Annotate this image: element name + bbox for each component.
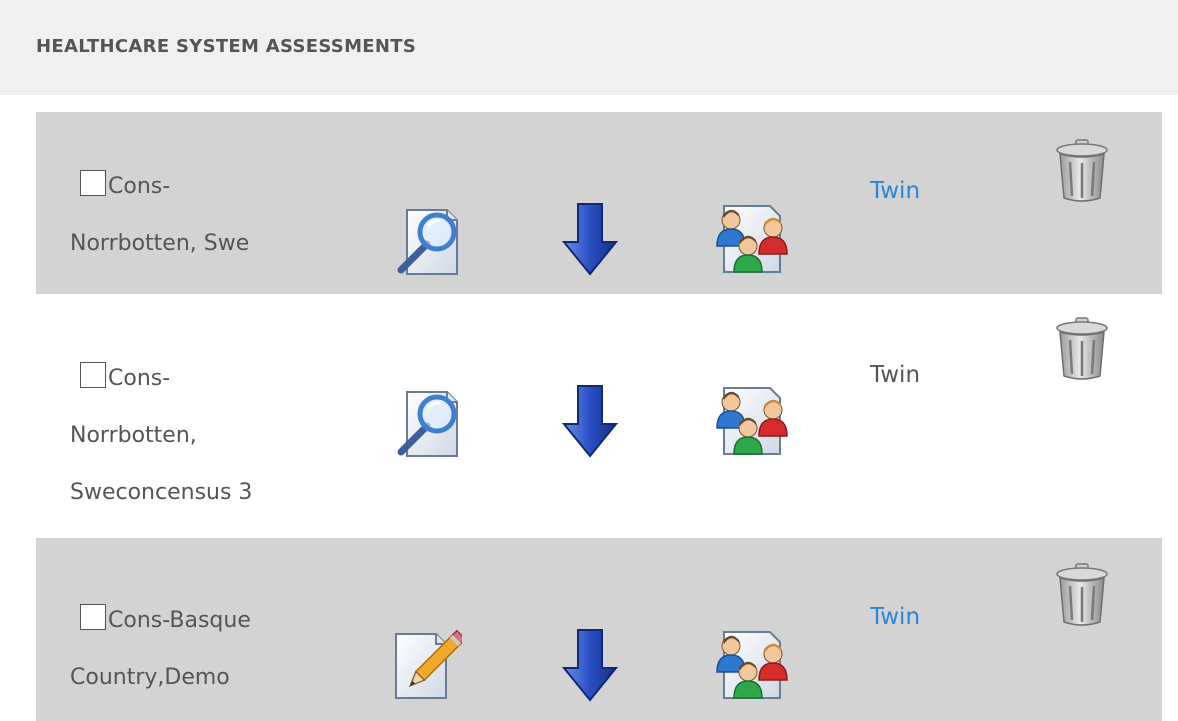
assessment-name-line: Norrbotten, Swe	[70, 231, 250, 256]
assessment-name-line: Sweconcensus 3	[70, 480, 253, 505]
team-document-icon[interactable]	[714, 628, 790, 700]
view-icon[interactable]	[392, 204, 464, 276]
download-icon[interactable]	[562, 628, 618, 702]
assessment-name: Cons-Basque Country,Demo	[70, 592, 251, 706]
assessment-row: Cons- Norrbotten, Swe Twin	[36, 112, 1162, 294]
assessment-name-line: Cons-Basque	[108, 608, 251, 633]
page-header: HEALTHCARE SYSTEM ASSESSMENTS	[0, 0, 1178, 95]
trash-icon[interactable]	[1054, 562, 1110, 626]
select-checkbox[interactable]	[80, 362, 106, 388]
trash-icon[interactable]	[1054, 138, 1110, 202]
assessment-name-line: Cons-	[108, 366, 171, 391]
twin-label: Twin	[870, 362, 921, 388]
assessment-name-line: Cons-	[108, 174, 171, 199]
assessment-name: Cons- Norrbotten, Swe	[70, 158, 249, 272]
assessment-name: Cons- Norrbotten, Sweconcensus 3	[70, 350, 252, 521]
download-icon[interactable]	[562, 384, 618, 458]
download-icon[interactable]	[562, 202, 618, 276]
select-checkbox[interactable]	[80, 604, 106, 630]
assessment-row: Cons- Norrbotten, Sweconcensus 3 Twin	[36, 294, 1162, 538]
view-icon[interactable]	[392, 386, 464, 458]
twin-link[interactable]: Twin	[870, 604, 920, 630]
assessment-row: Cons-Basque Country,Demo Twin	[36, 538, 1162, 721]
select-checkbox[interactable]	[80, 170, 106, 196]
edit-icon[interactable]	[390, 628, 462, 702]
team-document-icon[interactable]	[714, 384, 790, 456]
assessment-name-line: Country,Demo	[70, 665, 230, 690]
trash-icon[interactable]	[1054, 316, 1110, 380]
team-document-icon[interactable]	[714, 202, 790, 274]
twin-link[interactable]: Twin	[870, 178, 920, 204]
page-title: HEALTHCARE SYSTEM ASSESSMENTS	[36, 36, 417, 57]
assessment-name-line: Norrbotten,	[70, 423, 197, 448]
